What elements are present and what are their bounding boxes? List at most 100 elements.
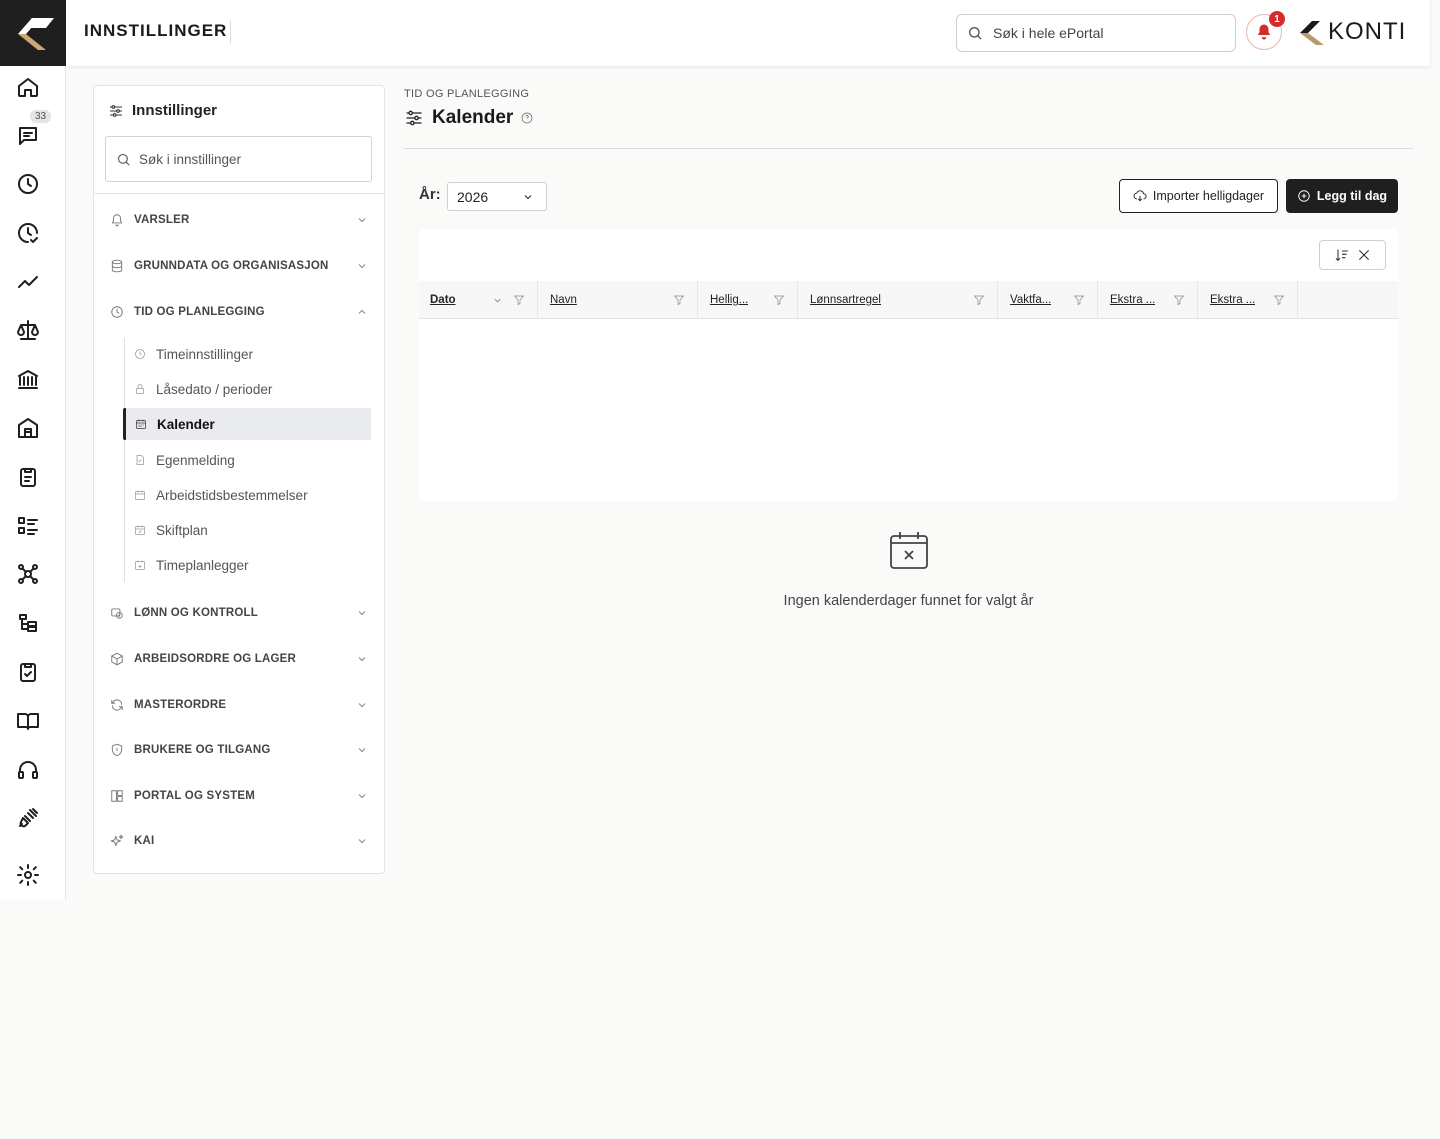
rail-bank[interactable] [0,359,56,399]
section-lonn-og-kontroll[interactable]: LØNN OG KONTROLL [110,598,368,628]
rail-home[interactable] [0,67,56,107]
filter-icon[interactable] [513,294,525,306]
hierarchy-icon [19,614,37,632]
chevron-down-icon [358,794,366,799]
filter-icon[interactable] [1173,294,1185,306]
brand-mark-icon [1300,21,1324,45]
column-label: Hellig... [710,294,749,306]
page-background [0,900,1440,1139]
sub-item-egenmelding[interactable]: Egenmelding [124,444,372,476]
year-select[interactable]: 2026 [447,182,547,211]
app-logo[interactable] [0,0,66,66]
filter-icon[interactable] [773,294,785,306]
filter-icon[interactable] [1273,294,1285,306]
breadcrumb: TID OG PLANLEGGING [404,88,530,100]
section-portal-og-system[interactable]: PORTAL OG SYSTEM [110,781,368,811]
import-holidays-button[interactable]: Importer helligdager [1119,179,1278,213]
rail-list[interactable] [0,506,56,546]
section-kai[interactable]: KAI [110,826,368,856]
notifications-button[interactable]: 1 [1246,11,1285,50]
rail-tasks[interactable] [0,457,56,497]
messages-icon [19,127,37,145]
rail-support[interactable] [0,750,56,790]
chevron-up-icon [358,309,366,314]
top-bar: INNSTILLINGER 1 KONTI [66,0,1430,66]
sub-item-kalender[interactable]: Kalender [123,408,371,440]
rail-time-approval[interactable] [0,213,56,253]
sub-item-label: Kalender [157,416,215,432]
messages-badge: 33 [30,110,52,123]
help-icon[interactable] [521,112,533,124]
section-label: KAI [134,835,155,847]
section-grunndata[interactable]: GRUNNDATA OG ORGANISASJON [110,251,368,281]
section-varsler[interactable]: VARSLER [110,205,368,235]
clipboard-icon [20,468,36,487]
sub-item-timeinnstillinger[interactable]: Timeinnstillinger [124,338,372,370]
settings-search-input[interactable] [139,151,359,167]
search-icon [969,27,982,40]
rail-buildings[interactable] [0,408,56,448]
sub-item-lasedato[interactable]: Låsedato / perioder [124,373,372,405]
rail-docs[interactable] [0,701,56,741]
add-day-button[interactable]: Legg til dag [1286,179,1398,213]
page-heading: INNSTILLINGER [84,21,228,40]
layout-icon [111,790,123,802]
chevron-down-icon[interactable] [492,295,503,306]
filter-icon[interactable] [973,294,985,306]
calendar-rules-icon [135,490,145,500]
chevron-down-icon [358,839,366,844]
global-search[interactable] [956,14,1236,52]
clock-icon [135,349,145,359]
section-label: ARBEIDSORDRE OG LAGER [134,653,297,665]
rail-balance[interactable] [0,310,56,350]
column-helligdag[interactable]: Hellig... [699,281,798,319]
sub-item-arbeidstidsbestemmelser[interactable]: Arbeidstidsbestemmelser [124,479,372,511]
section-masterordre[interactable]: MASTERORDRE [110,690,368,720]
sub-item-timeplanlegger[interactable]: Timeplanlegger [124,549,372,581]
document-icon [136,455,144,465]
sliders-icon [406,110,422,126]
rail-checklist[interactable] [0,652,56,692]
brand-logo: KONTI [1298,18,1406,46]
list-icon [18,517,38,535]
sub-item-label: Egenmelding [156,452,235,468]
column-ekstra-1[interactable]: Ekstra ... [1099,281,1198,319]
column-dato[interactable]: Dato [419,281,538,319]
bell-icon [111,214,123,227]
refresh-icon [111,699,123,711]
rail-plugins[interactable] [0,798,56,838]
year-select-value: 2026 [457,188,489,205]
settings-search[interactable] [105,136,372,182]
clear-sort-button[interactable] [1319,240,1386,270]
column-vaktfaktor[interactable]: Vaktfa... [999,281,1098,319]
sub-item-label: Låsedato / perioder [156,381,273,397]
calendar-plus-icon [135,560,145,570]
column-lonnsartregel[interactable]: Lønnsartregel [799,281,998,319]
filter-icon[interactable] [1073,294,1085,306]
calendar-grid: Dato Navn Hellig... Lønnsartregel Vaktfa… [419,229,1398,501]
rail-messages[interactable]: 33 [0,110,56,156]
section-tid-og-planlegging[interactable]: TID OG PLANLEGGING [110,297,368,327]
cloud-download-icon [1133,190,1147,202]
sub-item-skiftplan[interactable]: Skiftplan [124,514,372,546]
sliders-icon [110,104,122,117]
bank-icon [18,370,38,389]
sub-item-label: Arbeidstidsbestemmelser [156,487,308,503]
rail-settings[interactable] [0,855,56,895]
rail-time[interactable] [0,164,56,204]
filter-icon[interactable] [673,294,685,306]
rail-hierarchy[interactable] [0,603,56,643]
section-brukere-og-tilgang[interactable]: BRUKERE OG TILGANG [110,735,368,765]
logo-icon [18,18,54,50]
rail-analytics[interactable] [0,262,56,302]
add-day-label: Legg til dag [1316,189,1388,203]
column-label: Ekstra ... [1110,294,1156,306]
column-navn[interactable]: Navn [539,281,698,319]
chevron-down-icon [358,657,366,662]
column-ekstra-2[interactable]: Ekstra ... [1199,281,1298,319]
section-arbeidsordre-og-lager[interactable]: ARBEIDSORDRE OG LAGER [110,644,368,674]
rail-integrations[interactable] [0,554,56,594]
global-search-input[interactable] [993,25,1223,41]
section-label: VARSLER [134,214,190,226]
calendar-icon [136,419,146,429]
